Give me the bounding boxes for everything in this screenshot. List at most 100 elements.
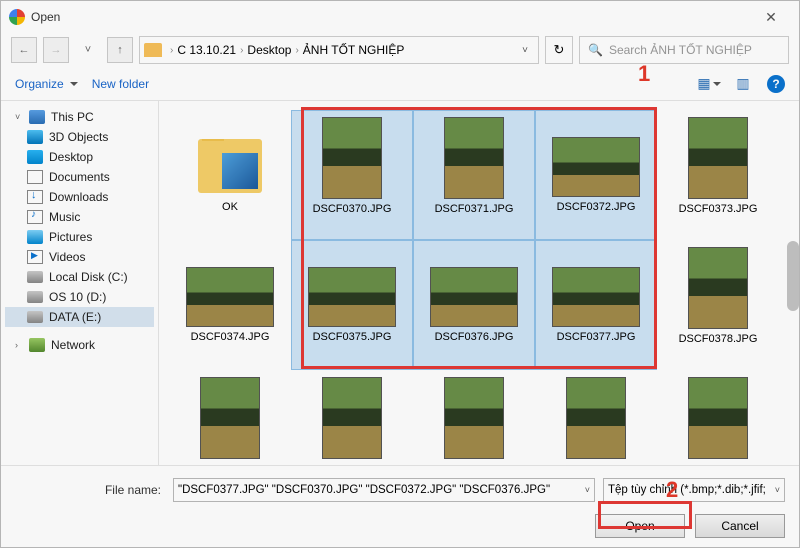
- file-label: DSCF0378.JPG: [679, 333, 758, 345]
- pc-icon: [29, 110, 45, 124]
- image-thumb-icon: [444, 117, 504, 199]
- cancel-button[interactable]: Cancel: [695, 514, 785, 538]
- file-tile[interactable]: [414, 371, 534, 465]
- search-placeholder: Search ẢNH TỐT NGHIỆP: [609, 43, 752, 57]
- sidebar-label: Videos: [49, 250, 85, 264]
- desktop-icon: [27, 150, 43, 164]
- sidebar-label: DATA (E:): [49, 310, 101, 324]
- up-button[interactable]: ↑: [107, 37, 133, 63]
- filename-value: "DSCF0377.JPG" "DSCF0370.JPG" "DSCF0372.…: [178, 484, 581, 496]
- chevron-right-icon: ›: [236, 45, 247, 56]
- sidebar-label: Local Disk (C:): [49, 270, 128, 284]
- file-tile[interactable]: [658, 371, 778, 465]
- back-button[interactable]: ←: [11, 37, 37, 63]
- sidebar-label: Documents: [49, 170, 110, 184]
- file-tile[interactable]: OK: [170, 111, 290, 239]
- image-thumb-icon: [552, 267, 640, 327]
- breadcrumb-seg1[interactable]: C 13.10.21: [177, 43, 236, 57]
- recent-button[interactable]: ˅: [75, 37, 101, 63]
- address-row: ← → ˅ ↑ › C 13.10.21 › Desktop › ẢNH TỐT…: [1, 33, 799, 67]
- sidebar-label: Desktop: [49, 150, 93, 164]
- file-tile[interactable]: DSCF0373.JPG: [658, 111, 778, 239]
- sidebar-node-localdisk[interactable]: Local Disk (C:): [5, 267, 154, 287]
- breadcrumb-dropdown[interactable]: ˅: [516, 45, 534, 56]
- sidebar-label: Network: [51, 338, 95, 352]
- organize-button[interactable]: Organize: [15, 77, 78, 91]
- download-icon: [27, 190, 43, 204]
- body: ˅This PC 3D Objects Desktop Documents Do…: [1, 101, 799, 465]
- file-tile[interactable]: DSCF0375.JPG: [292, 241, 412, 369]
- sidebar-node-3dobjects[interactable]: 3D Objects: [5, 127, 154, 147]
- sidebar-label: OS 10 (D:): [49, 290, 106, 304]
- close-button[interactable]: ✕: [751, 9, 791, 26]
- file-label: DSCF0376.JPG: [435, 331, 514, 343]
- video-icon: [27, 250, 43, 264]
- filename-label: File name:: [15, 483, 165, 497]
- file-tile[interactable]: DSCF0370.JPG: [292, 111, 412, 239]
- sidebar-node-data[interactable]: DATA (E:): [5, 307, 154, 327]
- sidebar-node-documents[interactable]: Documents: [5, 167, 154, 187]
- file-label: DSCF0373.JPG: [679, 203, 758, 215]
- file-tile[interactable]: DSCF0378.JPG: [658, 241, 778, 369]
- sidebar-label: 3D Objects: [49, 130, 108, 144]
- sidebar-label: Pictures: [49, 230, 92, 244]
- newfolder-button[interactable]: New folder: [92, 77, 149, 91]
- filetype-select[interactable]: Tệp tùy chỉnh (*.bmp;*.dib;*.jfif; ˅: [603, 478, 785, 502]
- view-options-button[interactable]: ▦: [699, 75, 719, 93]
- titlebar: Open ✕: [1, 1, 799, 33]
- open-button[interactable]: Open: [595, 514, 685, 538]
- sidebar-node-desktop[interactable]: Desktop: [5, 147, 154, 167]
- chevron-down-icon[interactable]: ˅: [771, 485, 780, 495]
- image-thumb-icon: [322, 117, 382, 199]
- file-tile[interactable]: DSCF0371.JPG: [414, 111, 534, 239]
- open-dialog: Open ✕ ← → ˅ ↑ › C 13.10.21 › Desktop › …: [0, 0, 800, 548]
- cube-icon: [27, 130, 43, 144]
- sidebar-node-thispc[interactable]: ˅This PC: [5, 107, 154, 127]
- disk-icon: [27, 311, 43, 323]
- breadcrumb-bar[interactable]: › C 13.10.21 › Desktop › ẢNH TỐT NGHIỆP …: [139, 36, 539, 64]
- image-thumb-icon: [566, 377, 626, 459]
- filename-input[interactable]: "DSCF0377.JPG" "DSCF0370.JPG" "DSCF0372.…: [173, 478, 595, 502]
- bottom-panel: File name: "DSCF0377.JPG" "DSCF0370.JPG"…: [1, 465, 799, 547]
- chevron-right-icon: ›: [291, 45, 302, 56]
- refresh-button[interactable]: ↻: [545, 36, 573, 64]
- image-thumb-icon: [200, 377, 260, 459]
- disk-icon: [27, 271, 43, 283]
- disk-icon: [27, 291, 43, 303]
- breadcrumb-seg2[interactable]: Desktop: [247, 43, 291, 57]
- file-tile[interactable]: [536, 371, 656, 465]
- sidebar: ˅This PC 3D Objects Desktop Documents Do…: [1, 101, 159, 465]
- filetype-value: Tệp tùy chỉnh (*.bmp;*.dib;*.jfif;: [608, 484, 771, 496]
- scrollbar-thumb[interactable]: [787, 241, 799, 311]
- search-icon: 🔍: [588, 43, 603, 57]
- breadcrumb-seg3[interactable]: ẢNH TỐT NGHIỆP: [303, 43, 405, 57]
- sidebar-node-videos[interactable]: Videos: [5, 247, 154, 267]
- sidebar-node-network[interactable]: ›Network: [5, 335, 154, 355]
- search-input[interactable]: 🔍 Search ẢNH TỐT NGHIỆP: [579, 36, 789, 64]
- file-list-area[interactable]: OKDSCF0370.JPGDSCF0371.JPG DSCF0372.JPG DS…: [159, 101, 799, 465]
- file-tile[interactable]: DSCF0374.JPG: [170, 241, 290, 369]
- sidebar-label: Music: [49, 210, 80, 224]
- file-label: DSCF0374.JPG: [191, 331, 270, 343]
- file-tile[interactable]: [292, 371, 412, 465]
- chevron-right-icon: ›: [166, 45, 177, 56]
- image-thumb-icon: [308, 267, 396, 327]
- file-tile[interactable]: [170, 371, 290, 465]
- sidebar-node-pictures[interactable]: Pictures: [5, 227, 154, 247]
- file-tile[interactable]: DSCF0372.JPG: [536, 111, 656, 239]
- help-icon[interactable]: ?: [767, 75, 785, 93]
- forward-button[interactable]: →: [43, 37, 69, 63]
- file-tile[interactable]: DSCF0377.JPG: [536, 241, 656, 369]
- sidebar-node-downloads[interactable]: Downloads: [5, 187, 154, 207]
- file-label: DSCF0372.JPG: [557, 201, 636, 213]
- file-tile[interactable]: DSCF0376.JPG: [414, 241, 534, 369]
- sidebar-label: Downloads: [49, 190, 108, 204]
- open-button-label: Open: [625, 519, 654, 533]
- image-thumb-icon: [444, 377, 504, 459]
- document-icon: [27, 170, 43, 184]
- sidebar-node-os10[interactable]: OS 10 (D:): [5, 287, 154, 307]
- window-title: Open: [31, 10, 60, 24]
- sidebar-node-music[interactable]: Music: [5, 207, 154, 227]
- chevron-down-icon[interactable]: ˅: [581, 485, 590, 495]
- preview-pane-button[interactable]: ▥: [733, 75, 753, 93]
